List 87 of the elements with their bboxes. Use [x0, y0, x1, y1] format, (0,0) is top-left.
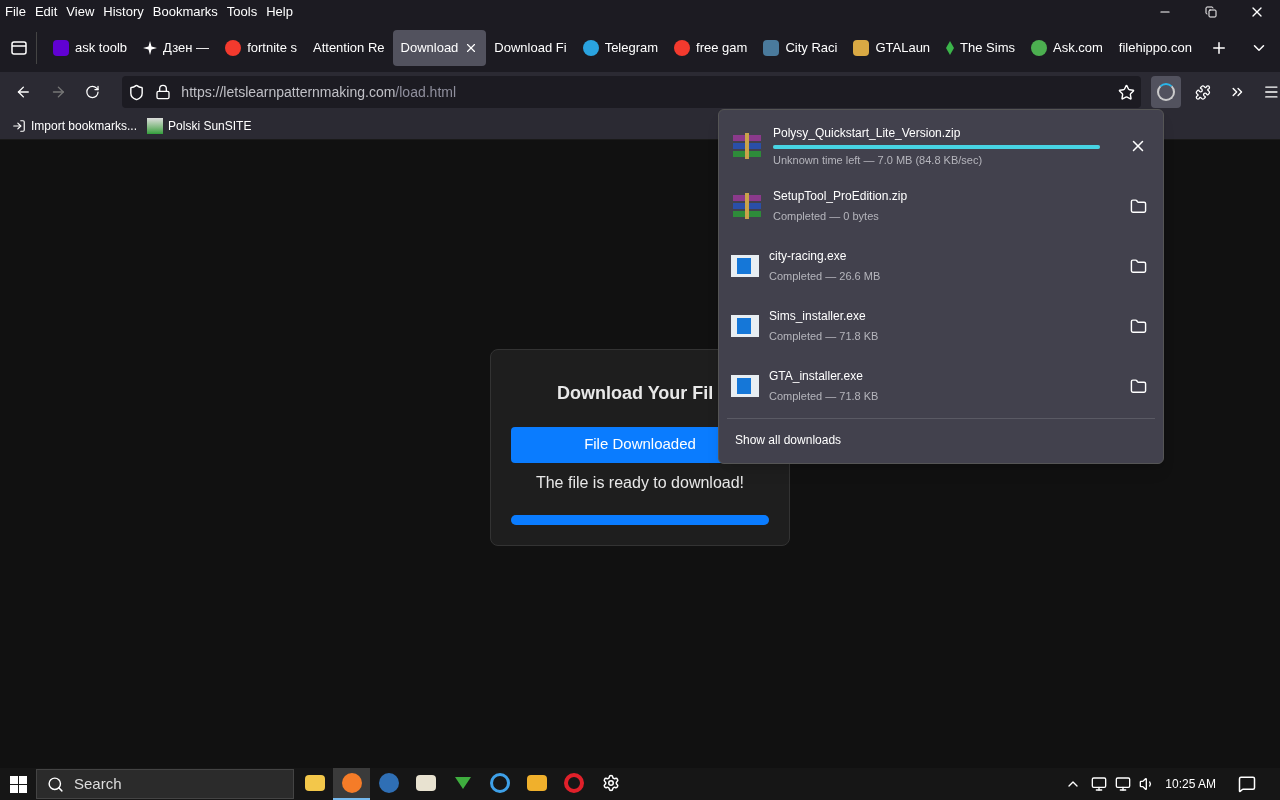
archive-icon [731, 193, 763, 219]
file-name: city-racing.exe [769, 248, 848, 266]
download-item[interactable]: city-racing.exe Completed — 26.6 MB [719, 236, 1163, 296]
browser-tab[interactable]: filehippo.con [1110, 30, 1200, 66]
import-icon [12, 118, 26, 133]
browser-tab[interactable]: The Sims [938, 30, 1023, 66]
download-item[interactable]: GTA_installer.exe Completed — 71.8 KB [719, 356, 1163, 416]
tab-title: free gam [696, 39, 748, 58]
download-item[interactable]: Sims_installer.exe Completed — 71.8 KB [719, 296, 1163, 356]
download-status: Completed — 71.8 KB [769, 389, 880, 405]
tab-title: Ask.com [1053, 39, 1103, 58]
download-item[interactable]: SetupTool_ProEdition.zip Completed — 0 bytes [719, 176, 1163, 236]
tab-title: Telegram [604, 39, 659, 58]
browser-tab[interactable]: fortnite s [217, 30, 305, 66]
browser-tab[interactable]: Download Fi [486, 30, 575, 66]
browser-tab[interactable]: Download [392, 30, 487, 66]
progress-ring-icon [1156, 83, 1175, 101]
sparkle-icon [143, 41, 158, 55]
browser-tab[interactable]: GTALaun [845, 30, 939, 66]
download-status: Completed — 0 bytes [773, 209, 880, 225]
folder-icon[interactable] [1130, 317, 1147, 335]
tab-title: ask toolb [75, 39, 128, 58]
browser-tab[interactable]: free gam [666, 30, 756, 66]
back-icon[interactable] [15, 83, 32, 101]
menu-item[interactable]: Tools [226, 2, 258, 22]
folder-icon [304, 775, 325, 791]
browser-tab[interactable]: Ask.com [1023, 30, 1111, 66]
file-name: Polysy_Quickstart_Lite_Version.zip [773, 124, 962, 142]
downloads-button[interactable] [1151, 76, 1181, 108]
menu-item[interactable]: Bookmarks [152, 2, 218, 22]
address-bar[interactable]: https://letslearnpatternmaking.com/load.html [122, 76, 1141, 108]
taskbar-search-field[interactable]: Search [36, 769, 294, 799]
tab-title: fortnite s [247, 39, 297, 58]
ready-message: The file is ready to download! [534, 472, 746, 493]
tab-title: filehippo.con [1118, 39, 1192, 58]
url-text: https://letslearnpatternmaking.com/load.html [181, 82, 457, 102]
file-name: GTA_installer.exe [769, 368, 864, 386]
browser-tab[interactable]: Дзен — [135, 30, 218, 66]
tab-title: The Sims [960, 39, 1015, 58]
clock[interactable]: 10:25 AM [1165, 775, 1216, 793]
extensions-icon[interactable] [1194, 83, 1211, 101]
folder-icon[interactable] [1130, 377, 1147, 395]
download-status: Unknown time left — 7.0 MB (84.8 KB/sec) [773, 152, 984, 168]
download-item[interactable]: Polysy_Quickstart_Lite_Version.zip Unknown time left — 7.0 MB (84.8 KB/sec) [719, 116, 1163, 176]
windows-start-icon[interactable] [10, 775, 27, 793]
menu-icon[interactable] [1263, 83, 1280, 101]
bookmark-item[interactable]: Import bookmarks... [12, 116, 138, 135]
tab-title: Attention Re [313, 39, 385, 58]
tab-title: Download [400, 39, 459, 58]
program-icon [731, 315, 759, 337]
down-arrow-icon [454, 777, 471, 789]
browser-tab[interactable]: City Raci [755, 30, 846, 66]
diamond-icon [946, 41, 955, 55]
browser-tab[interactable]: Telegram [574, 30, 667, 66]
restore-icon [1205, 6, 1217, 18]
menu-item[interactable]: View [66, 2, 95, 22]
card-title: Download Your Fil [557, 381, 714, 405]
bookmark-item[interactable]: Polski SunSITE [147, 116, 252, 135]
download-status: Completed — 71.8 KB [769, 329, 880, 345]
archive-icon [731, 133, 763, 159]
notifications-icon[interactable] [1238, 775, 1256, 793]
program-icon [731, 375, 759, 397]
folder-icon[interactable] [1130, 257, 1147, 275]
new-tab-icon[interactable] [1210, 39, 1228, 57]
program-icon [731, 255, 759, 277]
download-status: Completed — 26.6 MB [769, 269, 882, 285]
file-name: SetupTool_ProEdition.zip [773, 188, 909, 206]
site-icon [147, 117, 164, 134]
tab-title: City Raci [785, 39, 838, 58]
search-icon [47, 775, 64, 793]
tray-icon [10, 41, 27, 55]
menu-item[interactable]: Help [266, 2, 293, 22]
tab-title: GTALaun [875, 39, 931, 58]
reload-icon[interactable] [85, 84, 101, 100]
tab-title: Download Fi [494, 39, 567, 58]
shield-icon[interactable] [128, 83, 146, 101]
lock-icon[interactable] [155, 84, 172, 100]
menu-item[interactable]: File [5, 2, 26, 22]
bookmark-star-icon[interactable] [1118, 83, 1135, 101]
menu-item[interactable]: History [103, 2, 144, 22]
menu-item[interactable]: Edit [34, 2, 58, 22]
browser-tab[interactable]: ask toolb [45, 30, 136, 66]
file-name: Sims_installer.exe [769, 308, 867, 326]
settings-icon [601, 774, 620, 792]
browser-tab[interactable]: Attention Re [305, 30, 393, 66]
tab-title: Дзен — [163, 39, 210, 58]
folder-icon[interactable] [1130, 197, 1147, 215]
